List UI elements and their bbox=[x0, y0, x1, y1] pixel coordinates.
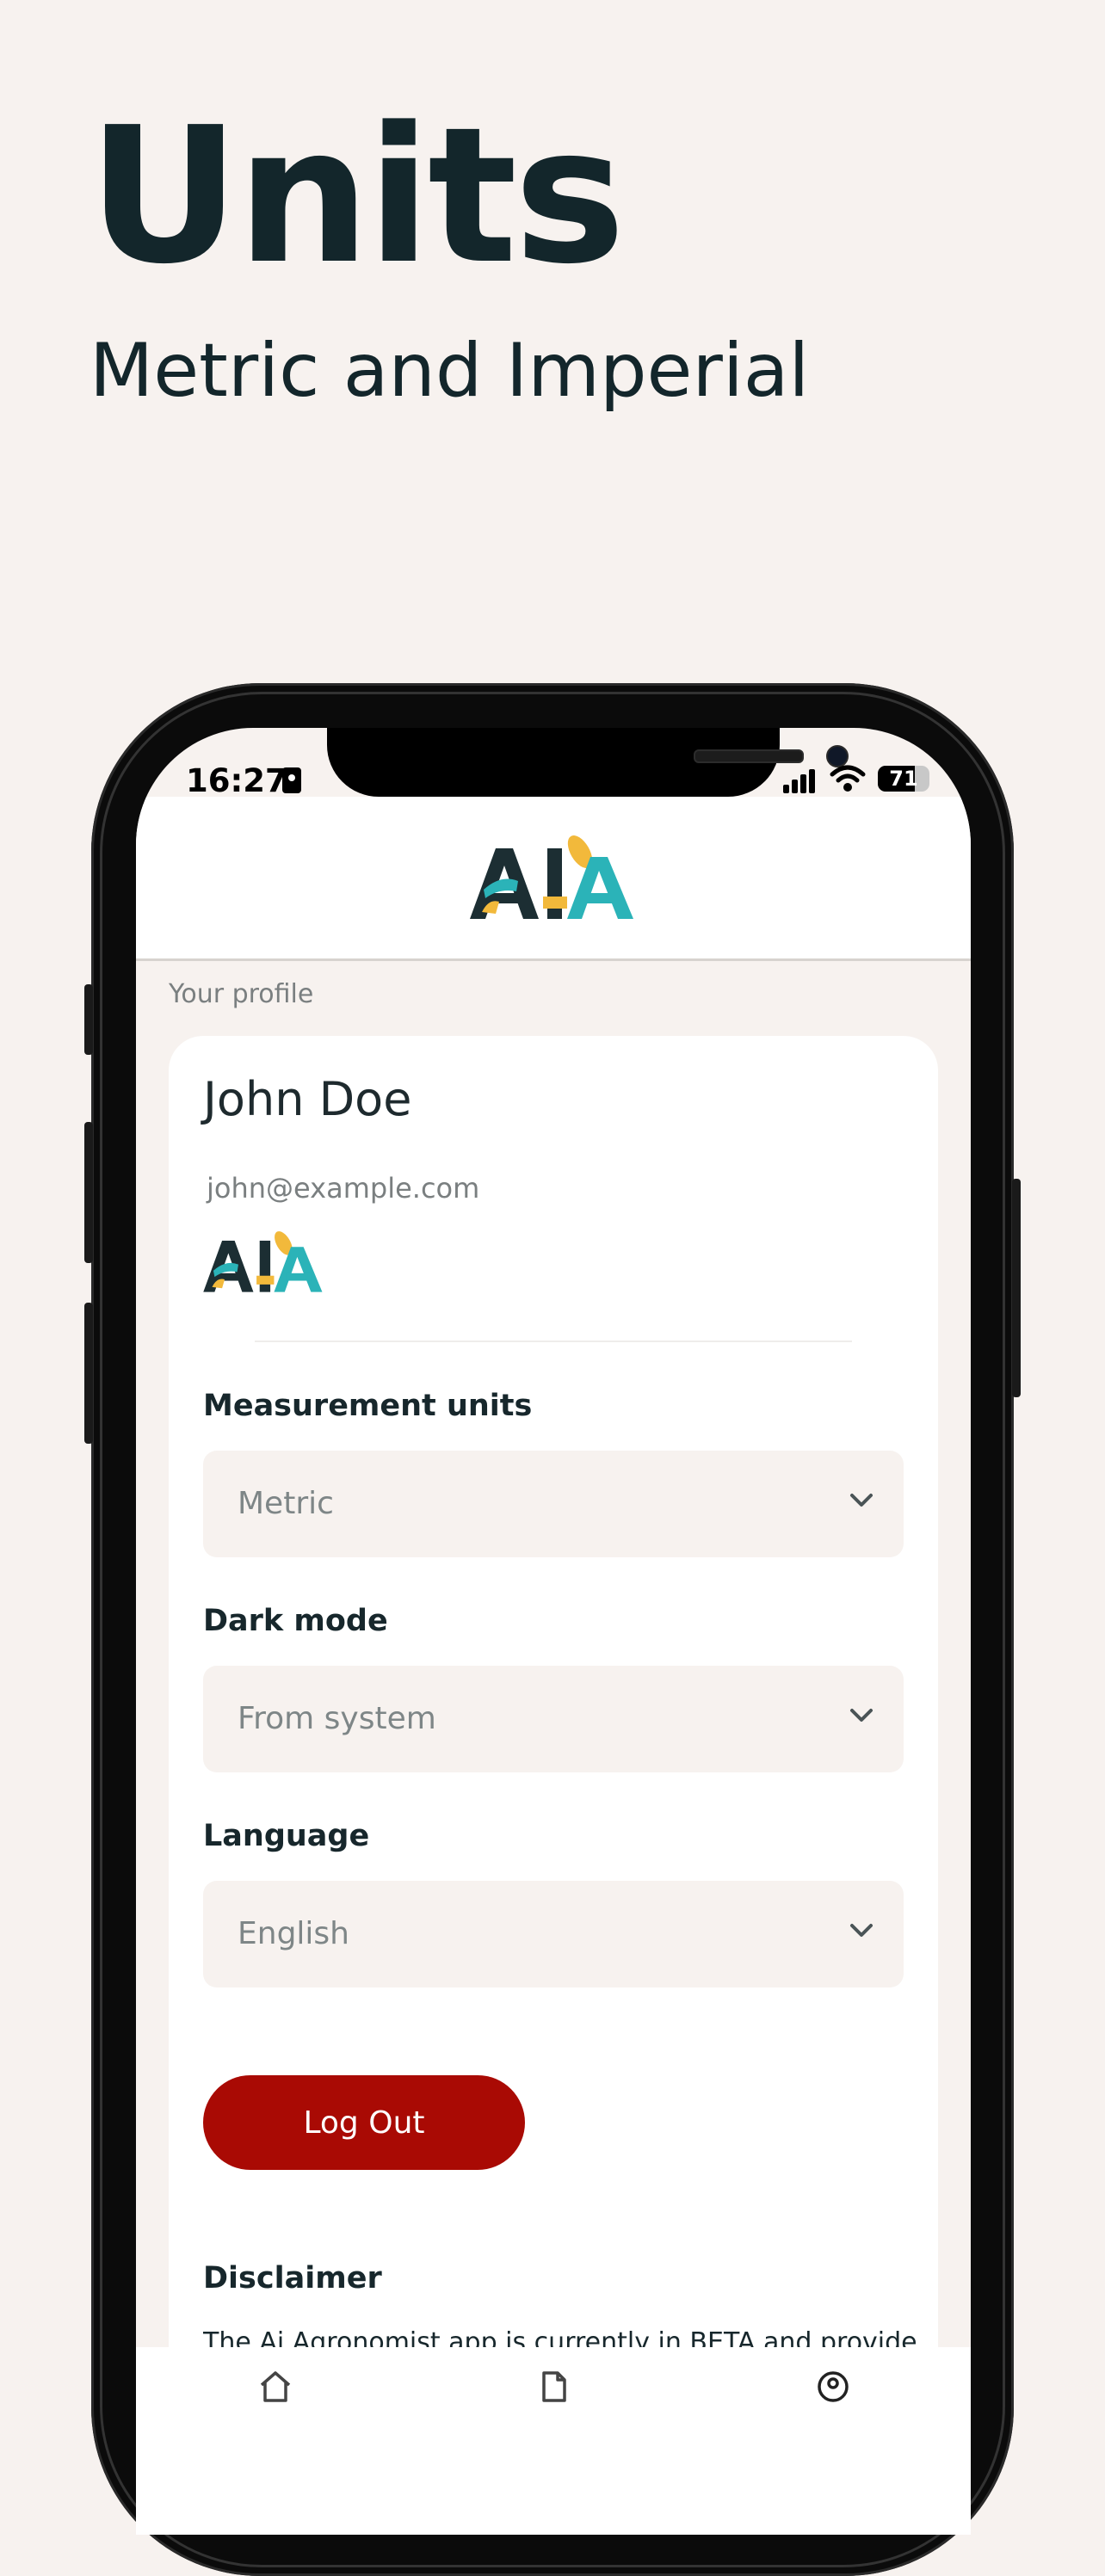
hero-subtitle: Metric and Imperial bbox=[90, 328, 810, 414]
profile-card: John Doe john@example.com Measurement un… bbox=[169, 1036, 938, 2535]
wifi-icon bbox=[830, 765, 866, 792]
measurement-units-select[interactable]: Metric bbox=[203, 1451, 904, 1557]
user-name: John Doe bbox=[203, 1072, 412, 1126]
language-select[interactable]: English bbox=[203, 1881, 904, 1987]
measurement-units-label: Measurement units bbox=[203, 1389, 533, 1423]
user-email: john@example.com bbox=[207, 1172, 480, 1205]
log-out-button[interactable]: Log Out bbox=[203, 2075, 525, 2170]
profile-icon[interactable] bbox=[816, 2370, 850, 2404]
battery-level: 71 bbox=[889, 767, 918, 791]
disclaimer-title: Disclaimer bbox=[203, 2261, 382, 2296]
aia-logo bbox=[470, 835, 633, 919]
chevron-down-icon bbox=[850, 1924, 873, 1937]
section-label: Your profile bbox=[169, 979, 314, 1009]
notch bbox=[327, 728, 849, 797]
cellular-signal-icon bbox=[783, 769, 818, 793]
measurement-units-value: Metric bbox=[238, 1486, 334, 1521]
aia-logo-small bbox=[203, 1231, 323, 1292]
chevron-down-icon bbox=[850, 1709, 873, 1722]
home-icon[interactable] bbox=[258, 2370, 293, 2404]
hero-title: Units bbox=[88, 88, 626, 305]
mute-switch bbox=[84, 984, 93, 1055]
power-button bbox=[1012, 1179, 1021, 1397]
id-card-icon bbox=[282, 767, 301, 793]
dark-mode-value: From system bbox=[238, 1701, 436, 1736]
app-header bbox=[136, 797, 971, 961]
divider bbox=[255, 1340, 852, 1342]
document-icon[interactable] bbox=[537, 2370, 571, 2404]
volume-up-button bbox=[84, 1122, 93, 1263]
dark-mode-label: Dark mode bbox=[203, 1604, 388, 1638]
chevron-down-icon bbox=[850, 1494, 873, 1507]
dark-mode-select[interactable]: From system bbox=[203, 1666, 904, 1772]
language-label: Language bbox=[203, 1819, 370, 1853]
app-screen: 16:27 71 Your profile John Doe john@exam… bbox=[136, 728, 971, 2535]
battery-icon: 71 bbox=[878, 766, 929, 792]
status-time: 16:27 bbox=[186, 762, 287, 799]
speaker-grille bbox=[694, 749, 804, 763]
volume-down-button bbox=[84, 1303, 93, 1444]
tab-bar bbox=[136, 2347, 971, 2535]
language-value: English bbox=[238, 1916, 349, 1951]
